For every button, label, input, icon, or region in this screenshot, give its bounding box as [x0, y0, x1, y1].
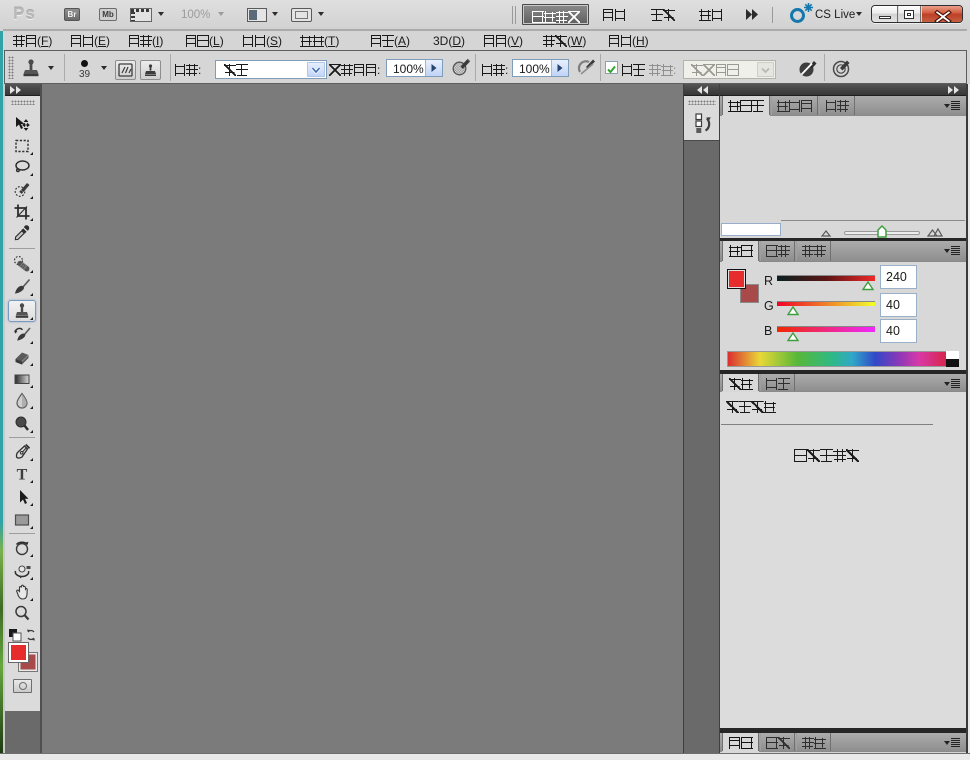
svg-text:T: T [17, 467, 28, 484]
